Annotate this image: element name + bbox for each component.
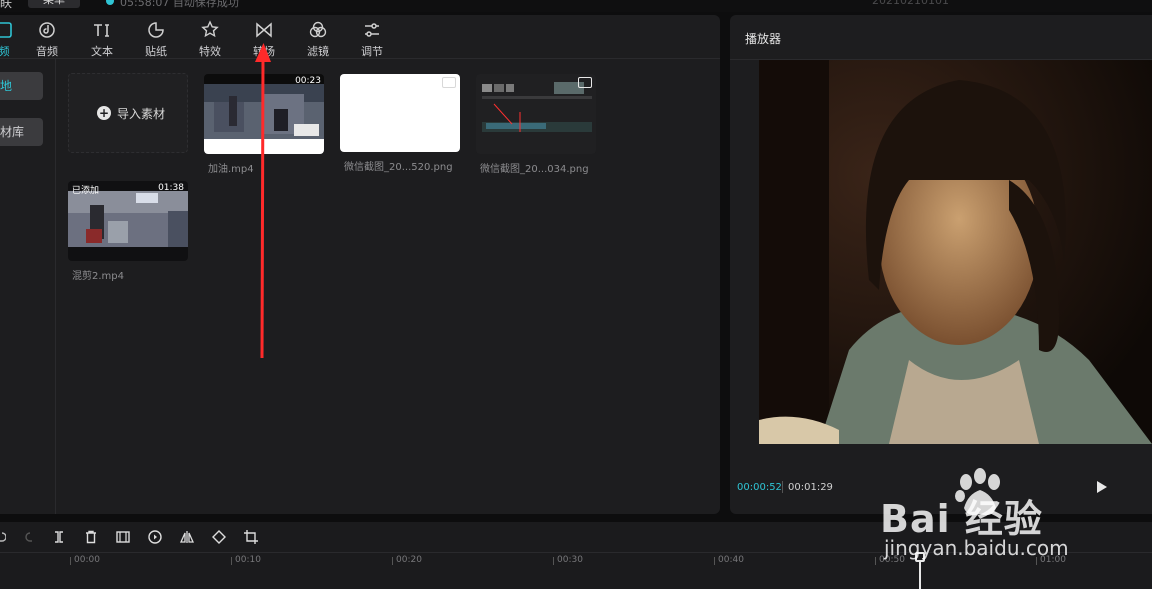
media-item[interactable]: 已添加 01:38 混剪2.mp4 bbox=[68, 181, 188, 282]
crop-icon[interactable] bbox=[243, 529, 259, 545]
title-bar: 眹 菜单 05:58:07 自动保存成功 20210210101 bbox=[0, 0, 1152, 12]
ruler-tick bbox=[392, 557, 393, 565]
import-media-button[interactable]: + 导入素材 bbox=[68, 73, 188, 153]
transition-icon bbox=[254, 20, 274, 40]
project-title: 20210210101 bbox=[872, 0, 949, 7]
filter-icon bbox=[308, 20, 328, 40]
media-duration: 01:38 bbox=[158, 183, 184, 193]
tab-text[interactable]: 文本 bbox=[76, 15, 128, 59]
player-title: 播放器 bbox=[745, 32, 782, 46]
total-time: 00:01:29 bbox=[788, 482, 833, 493]
ruler-label: 00:00 bbox=[74, 555, 100, 565]
media-icon bbox=[0, 20, 14, 40]
ruler-tick bbox=[553, 557, 554, 565]
ruler-tick bbox=[231, 557, 232, 565]
sidebar-item-library[interactable]: 材库 bbox=[0, 118, 43, 146]
menu-button[interactable]: 菜单 bbox=[28, 0, 80, 8]
ruler-tick bbox=[714, 557, 715, 565]
import-media-label: 导入素材 bbox=[117, 107, 166, 121]
split-icon[interactable] bbox=[51, 529, 67, 545]
save-status: 05:58:07 自动保存成功 bbox=[120, 0, 239, 9]
annotation-arrow bbox=[255, 43, 271, 359]
media-duration: 00:23 bbox=[295, 76, 321, 86]
tab-filter[interactable]: 滤镜 bbox=[292, 15, 344, 59]
ruler-label: 00:10 bbox=[235, 555, 261, 565]
watermark-main: Bai 经验 bbox=[880, 497, 1043, 541]
plus-icon: + bbox=[97, 106, 111, 120]
ruler-tick bbox=[875, 557, 876, 565]
tab-effects-label: 特效 bbox=[199, 45, 221, 58]
divider bbox=[782, 481, 783, 493]
baidu-watermark: Bai 经验 jingyan.baidu.com bbox=[880, 468, 1152, 568]
tab-audio-label: 音频 bbox=[36, 45, 58, 58]
image-icon bbox=[578, 77, 592, 88]
media-name: 微信截图_20...520.png bbox=[344, 162, 453, 173]
sidebar-item-local[interactable]: 地 bbox=[0, 72, 43, 100]
media-name: 混剪2.mp4 bbox=[72, 271, 124, 282]
rotate-icon[interactable] bbox=[211, 529, 227, 545]
delete-icon[interactable] bbox=[83, 529, 99, 545]
effects-icon bbox=[200, 20, 220, 40]
tab-text-label: 文本 bbox=[91, 45, 113, 58]
media-added-status: 已添加 bbox=[72, 186, 100, 196]
current-time: 00:00:52 bbox=[737, 482, 782, 493]
tab-adjust[interactable]: 调节 bbox=[346, 15, 398, 59]
media-name: 微信截图_20...034.png bbox=[480, 164, 589, 175]
sticker-icon bbox=[146, 20, 166, 40]
media-panel: 频 音频 文本 贴纸 特效 滤镜 调节 地 材库 + 导入素材 00:23 加油… bbox=[0, 15, 720, 514]
tab-sticker[interactable]: 贴纸 bbox=[130, 15, 182, 59]
watermark-url: jingyan.baidu.com bbox=[884, 536, 1069, 560]
tab-filter-label: 滤镜 bbox=[307, 45, 329, 58]
tab-sticker-label: 贴纸 bbox=[145, 45, 167, 58]
adjust-icon bbox=[362, 20, 382, 40]
mirror-icon[interactable] bbox=[179, 529, 195, 545]
text-icon bbox=[92, 20, 112, 40]
undo-icon[interactable] bbox=[0, 529, 7, 545]
player-panel: 播放器 00:00:52 00:01:29 bbox=[730, 15, 1152, 514]
app-window: 眹 菜单 05:58:07 自动保存成功 20210210101 频 音频 bbox=[0, 0, 1152, 589]
ruler-label: 00:30 bbox=[557, 555, 583, 565]
ruler-label: 00:40 bbox=[718, 555, 744, 565]
media-thumbnail bbox=[340, 74, 460, 152]
ruler-label: 00:20 bbox=[396, 555, 422, 565]
tab-audio[interactable]: 音频 bbox=[21, 15, 73, 59]
menu-partial-label: 眹 bbox=[0, 0, 13, 10]
media-thumbnail: 已添加 01:38 bbox=[68, 181, 188, 261]
ruler-tick bbox=[70, 557, 71, 565]
tab-adjust-label: 调节 bbox=[361, 45, 383, 58]
media-sidebar: 地 材库 bbox=[0, 59, 56, 514]
save-status-icon bbox=[106, 0, 114, 5]
category-toolbar: 频 音频 文本 贴纸 特效 滤镜 调节 bbox=[0, 15, 720, 59]
freeze-icon[interactable] bbox=[115, 529, 131, 545]
image-icon bbox=[442, 77, 456, 88]
media-item[interactable]: 微信截图_20...034.png bbox=[476, 74, 596, 175]
audio-icon bbox=[37, 20, 57, 40]
media-item[interactable]: 微信截图_20...520.png bbox=[340, 74, 460, 173]
video-preview[interactable] bbox=[759, 60, 1152, 444]
media-thumbnail bbox=[476, 74, 596, 154]
redo-icon[interactable] bbox=[20, 529, 36, 545]
tab-effects[interactable]: 特效 bbox=[184, 15, 236, 59]
media-grid: + 导入素材 00:23 加油.mp4 微信截图_20...520.png 微信… bbox=[56, 59, 720, 514]
reverse-icon[interactable] bbox=[147, 529, 163, 545]
